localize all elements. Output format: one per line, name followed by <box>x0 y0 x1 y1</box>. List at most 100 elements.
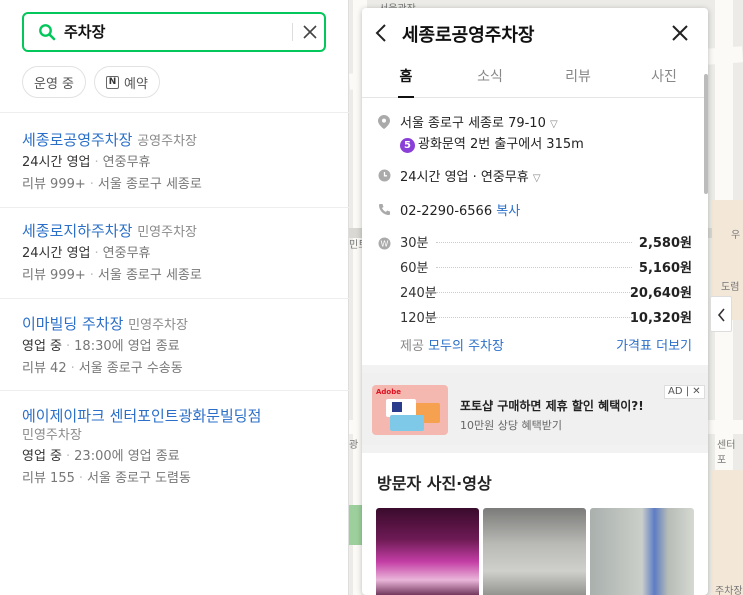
search-box[interactable] <box>22 12 326 52</box>
price-duration: 30분 <box>400 236 429 251</box>
detail-header: 세종로공영주차장 <box>362 8 708 60</box>
place-category: 민영주차장 <box>137 225 197 240</box>
visitor-photo[interactable] <box>483 508 586 595</box>
price-value: 10,320원 <box>629 311 692 326</box>
price-row: 240분 20,640원 <box>400 282 692 302</box>
place-name[interactable]: 세종로지하주차장 <box>22 222 132 240</box>
status: 24시간 영업 <box>22 155 91 170</box>
divider <box>0 112 349 113</box>
page-title: 세종로공영주차장 <box>402 25 535 46</box>
review-count: 리뷰 999+ <box>22 177 86 192</box>
visitor-photo[interactable] <box>590 508 694 595</box>
ad-close-button[interactable]: AD | ✕ <box>664 385 705 399</box>
scrollbar[interactable] <box>704 74 708 194</box>
ad-thumbnail: Adobe <box>372 385 448 435</box>
tab-news[interactable]: 소식 <box>460 66 520 86</box>
review-count: 리뷰 155 <box>22 471 75 486</box>
svg-text:W: W <box>381 240 389 249</box>
collapse-panel-button[interactable] <box>710 296 732 332</box>
list-item[interactable]: 에이제이파크 센터포인트광화문빌딩점 민영주차장 영업 중 · 23:00에 영업 … <box>22 406 342 490</box>
clear-search-icon[interactable] <box>301 23 319 45</box>
leader-line <box>436 292 632 293</box>
subway-directions: 광화문역 2번 출구에서 315m <box>418 137 584 152</box>
list-item[interactable]: 이마빌딩 주차장 민영주차장 영업 중 · 18:30에 영업 종료 리뷰 42 · 서… <box>22 314 342 380</box>
close-icon[interactable] <box>670 23 690 47</box>
filter-reservation[interactable]: N 예약 <box>94 66 160 98</box>
clock-icon <box>378 167 391 186</box>
map-block <box>712 470 743 595</box>
list-item[interactable]: 세종로공영주차장 공영주차장 24시간 영업 · 연중무휴 리뷰 999+ · 서울 종… <box>22 130 342 196</box>
section-divider <box>362 445 708 453</box>
phone-icon <box>378 201 391 220</box>
section-divider <box>362 365 708 373</box>
place-name[interactable]: 에이제이파크 센터포인트광화문빌딩점 <box>22 407 261 425</box>
price-duration: 120분 <box>400 311 437 326</box>
address-text: 서울 종로구 세종로 79-10 <box>400 116 546 131</box>
provider-link[interactable]: 모두의 주차장 <box>428 339 504 354</box>
filter-label: 운영 중 <box>34 76 75 92</box>
search-input[interactable] <box>64 22 264 40</box>
place-detail-panel: 세종로공영주차장 홈 소식 리뷰 사진 서울 종로구 세종로 79-10 ▽ 5… <box>362 8 708 595</box>
active-tab-indicator <box>398 96 414 98</box>
visitor-photo[interactable] <box>376 508 479 595</box>
divider <box>0 207 349 208</box>
ad-brand-logo: Adobe <box>376 388 401 396</box>
detail-tabs: 홈 소식 리뷰 사진 <box>362 60 708 98</box>
price-provider: 제공 모두의 주차장 <box>400 335 504 354</box>
tab-reviews[interactable]: 리뷰 <box>548 66 608 86</box>
status: 영업 중 <box>22 449 63 464</box>
status-extra: 연중무휴 <box>102 246 151 261</box>
leader-line <box>436 317 632 318</box>
back-arrow-icon[interactable] <box>374 23 390 47</box>
ad-subline: 10만원 상당 혜택받기 <box>460 419 562 432</box>
filter-open-now[interactable]: 운영 중 <box>22 66 87 98</box>
copy-phone-button[interactable]: 복사 <box>496 204 520 219</box>
map-park <box>349 505 362 545</box>
price-row: 30분 2,580원 <box>400 232 692 252</box>
status: 영업 중 <box>22 339 63 354</box>
list-item[interactable]: 세종로지하주차장 민영주차장 24시간 영업 · 연중무휴 리뷰 999+ · 서울 종… <box>22 221 342 287</box>
address: 서울 종로구 세종로 <box>97 268 202 283</box>
place-category: 공영주차장 <box>137 134 197 149</box>
status-extra: 연중무휴 <box>102 155 151 170</box>
tab-photos[interactable]: 사진 <box>634 66 694 86</box>
photoshop-icon <box>392 402 402 412</box>
place-name[interactable]: 이마빌딩 주차장 <box>22 315 123 333</box>
review-count: 리뷰 999+ <box>22 268 86 283</box>
ad-banner[interactable]: Adobe 포토샵 구매하면 제휴 할인 혜택이?! 10만원 상당 혜택받기 … <box>362 373 708 445</box>
map-label: 주차장 <box>715 586 743 595</box>
naver-reserve-icon: N <box>106 75 120 89</box>
price-duration: 240분 <box>400 286 437 301</box>
leader-line <box>436 242 632 243</box>
map-label: 도렴 <box>721 282 740 293</box>
address: 서울 종로구 세종로 <box>97 177 202 192</box>
more-prices-link[interactable]: 가격표 더보기 <box>616 335 692 354</box>
map-label: 센터포 <box>717 440 736 466</box>
search-panel: 운영 중 N 예약 세종로공영주차장 공영주차장 24시간 영업·연중무휴 리뷰… <box>0 0 349 595</box>
filter-chips: 운영 중 N 예약 <box>22 66 160 98</box>
search-divider <box>292 23 293 41</box>
price-duration: 60분 <box>400 261 429 276</box>
place-category: 민영주차장 <box>128 318 188 333</box>
tab-home[interactable]: 홈 <box>376 66 436 86</box>
leader-line <box>436 267 632 268</box>
divider <box>0 298 349 299</box>
status-extra: 18:30에 영업 종료 <box>74 339 180 354</box>
review-count: 리뷰 42 <box>22 361 67 376</box>
chevron-down-icon[interactable]: ▽ <box>550 119 558 130</box>
price-value: 5,160원 <box>638 261 692 276</box>
chevron-down-icon[interactable]: ▽ <box>533 173 541 184</box>
address: 서울 종로구 수송동 <box>78 361 183 376</box>
status: 24시간 영업 <box>22 246 91 261</box>
coin-icon: W <box>378 235 391 254</box>
place-category: 민영주차장 <box>22 428 82 443</box>
search-icon <box>38 23 56 45</box>
phone-number: 02-2290-6566 <box>400 204 493 219</box>
place-name[interactable]: 세종로공영주차장 <box>22 131 132 149</box>
filter-label: 예약 <box>124 76 148 92</box>
divider <box>0 390 349 391</box>
price-value: 2,580원 <box>638 236 692 251</box>
provider-prefix: 제공 <box>400 339 424 354</box>
map-label: 광 <box>349 440 359 451</box>
section-title: 방문자 사진·영상 <box>377 474 492 493</box>
